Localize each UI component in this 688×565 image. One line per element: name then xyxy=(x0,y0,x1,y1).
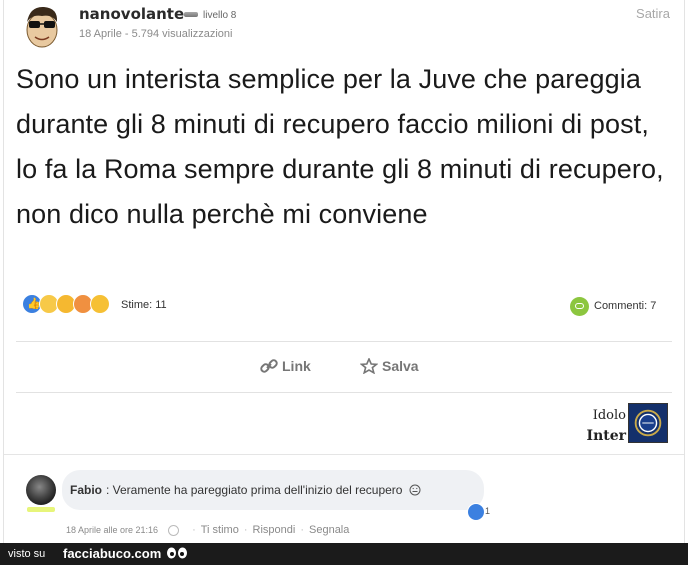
like-comment-link[interactable]: Ti stimo xyxy=(201,524,239,536)
level-bar xyxy=(184,12,198,17)
comment-level-bar xyxy=(27,507,55,512)
comment-author[interactable]: Fabio xyxy=(70,483,102,497)
footer-prefix: visto su xyxy=(8,548,46,560)
badge-line2: Inter xyxy=(586,428,626,444)
badge-title: Idolo Inter xyxy=(587,405,626,447)
comments-icon xyxy=(570,297,589,316)
post-text: Sono un interista semplice per la Juve c… xyxy=(16,64,664,229)
separator: · xyxy=(192,524,196,536)
comment-text: : Veramente ha pareggiato prima dell'ini… xyxy=(106,483,421,497)
divider xyxy=(16,392,672,393)
report-link[interactable]: Segnala xyxy=(309,524,349,536)
reply-link[interactable]: Rispondi xyxy=(253,524,296,536)
star-icon xyxy=(360,358,378,374)
author-level: livello 8 xyxy=(203,10,237,21)
eyes-logo-icon xyxy=(167,547,187,559)
category-link[interactable]: Satira xyxy=(636,6,670,21)
separator: · xyxy=(243,524,248,536)
reactions-group[interactable]: 👍 xyxy=(22,294,110,316)
comment-time: 18 Aprile alle ore 21:16 xyxy=(66,525,159,535)
save-label: Salva xyxy=(382,358,419,374)
comment-text-body: : Veramente ha pareggiato prima dell'ini… xyxy=(106,483,403,497)
separator: · xyxy=(300,524,304,536)
comment-bubble: Fabio : Veramente ha pareggiato prima de… xyxy=(62,470,484,510)
smiley-icon xyxy=(409,484,421,496)
comment-avatar[interactable] xyxy=(26,475,56,505)
link-label: Link xyxy=(282,358,311,374)
divider xyxy=(4,454,684,455)
divider xyxy=(16,341,672,342)
author-name[interactable]: nanovolante xyxy=(79,5,184,23)
inter-badge-icon[interactable] xyxy=(628,403,668,443)
post-card: nanovolante livello 8 18 Aprile - 5.794 … xyxy=(3,0,685,543)
likes-count[interactable]: Stime: 11 xyxy=(121,299,167,311)
badge-line1: Idolo xyxy=(592,408,626,423)
comment-like-count: 1 xyxy=(485,506,491,516)
site-name[interactable]: facciabuco.com xyxy=(63,546,161,561)
comments-count[interactable]: Commenti: 7 xyxy=(594,300,656,312)
comment-meta: 18 Aprile alle ore 21:16 · Ti stimo · Ri… xyxy=(66,524,349,536)
smiley-icon[interactable] xyxy=(168,524,180,536)
author-avatar[interactable] xyxy=(22,4,62,50)
comment-like-icon xyxy=(467,503,485,521)
link-icon xyxy=(260,359,278,373)
link-button[interactable]: Link xyxy=(260,358,311,374)
save-button[interactable]: Salva xyxy=(360,358,419,374)
wow-icon xyxy=(90,294,110,314)
footer-bar: visto su facciabuco.com xyxy=(0,543,688,565)
post-meta: 18 Aprile - 5.794 visualizzazioni xyxy=(79,28,233,40)
